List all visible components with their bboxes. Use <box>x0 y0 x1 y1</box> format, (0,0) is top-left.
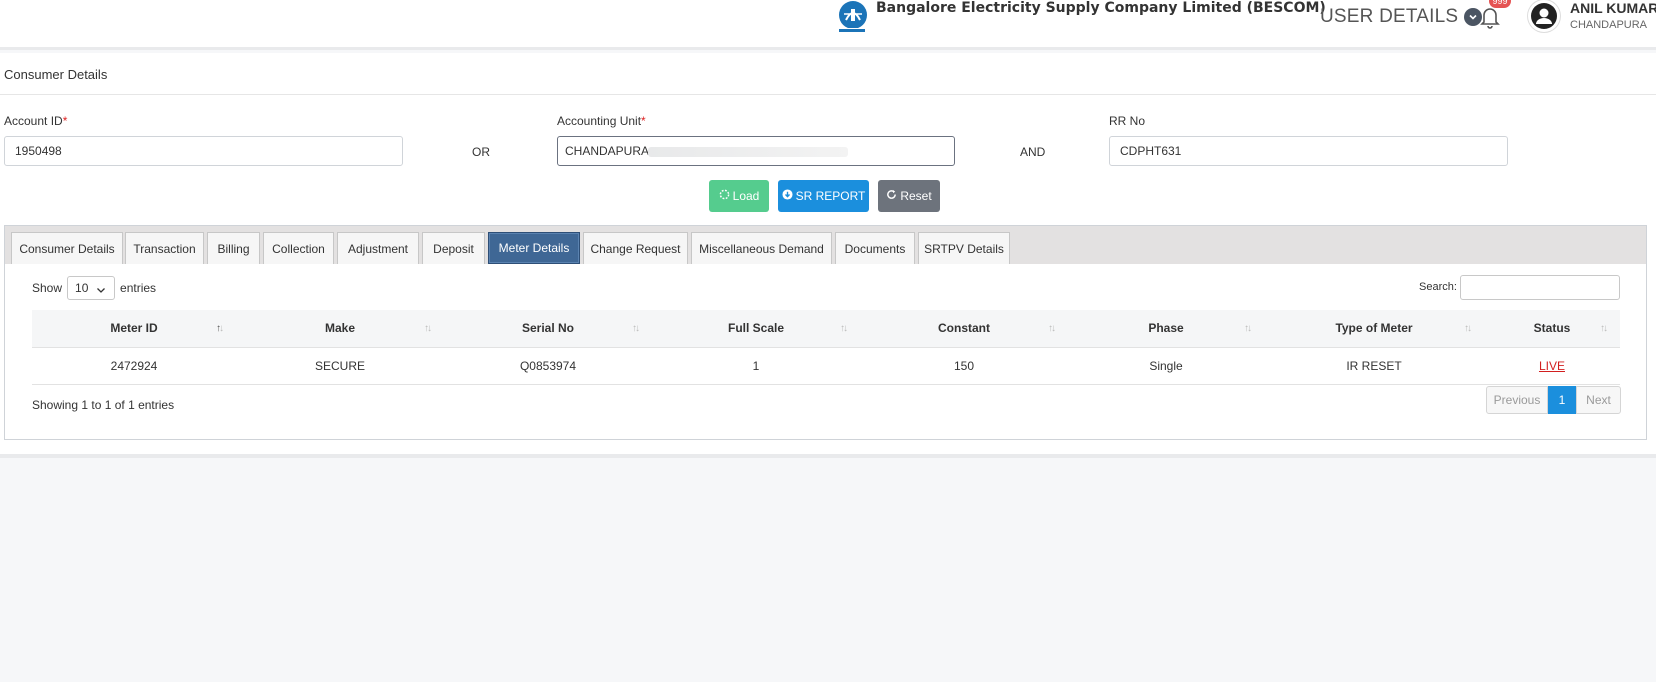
tab-deposit[interactable]: Deposit <box>422 232 485 264</box>
column-label: Phase <box>1148 321 1184 336</box>
table-header-row: Meter ID ↑↓ Make ↑↓ Serial No ↑↓ Full Scale… <box>32 310 1620 348</box>
sort-icon: ↑↓ <box>216 323 224 334</box>
accounting-unit-select[interactable]: CHANDAPURA <box>557 136 955 166</box>
table-row: 2472924 SECURE Q0853974 1 150 Single IR … <box>32 347 1620 385</box>
and-label: AND <box>1020 145 1046 159</box>
column-label: Status <box>1533 321 1571 336</box>
column-header-constant[interactable]: Constant ↑↓ <box>860 310 1068 348</box>
column-label: Make <box>324 321 356 336</box>
search-input[interactable] <box>1460 275 1620 300</box>
meter-details-table: Meter ID ↑↓ Make ↑↓ Serial No ↑↓ Full Scale… <box>32 310 1620 385</box>
load-button[interactable]: Load <box>709 180 769 212</box>
required-mark: * <box>641 114 646 128</box>
entries-label: entries <box>120 281 157 295</box>
user-location: CHANDAPURA <box>1570 19 1648 31</box>
sort-icon: ↑↓ <box>1048 323 1056 334</box>
tab-billing[interactable]: Billing <box>207 232 260 264</box>
search-label: Search: <box>1419 281 1457 293</box>
sort-icon: ↑↓ <box>424 323 432 334</box>
sort-icon: ↑↓ <box>1464 323 1472 334</box>
tab-change-request[interactable]: Change Request <box>583 232 688 264</box>
sort-icon: ↑↓ <box>1600 323 1608 334</box>
cell-type-of-meter: IR RESET <box>1264 347 1484 385</box>
blurred-region <box>648 147 848 157</box>
tab-transaction[interactable]: Transaction <box>125 232 204 264</box>
column-header-type-of-meter[interactable]: Type of Meter ↑↓ <box>1264 310 1484 348</box>
user-details-label: USER DETAILS <box>1320 6 1459 27</box>
card-title: Consumer Details <box>4 67 108 82</box>
bescom-logo-icon <box>838 0 872 34</box>
spinner-icon <box>719 189 730 203</box>
column-header-full-scale[interactable]: Full Scale ↑↓ <box>652 310 860 348</box>
sort-icon: ↑↓ <box>840 323 848 334</box>
account-id-input[interactable]: 1950498 <box>4 136 403 166</box>
reset-button[interactable]: Reset <box>878 180 940 212</box>
sr-report-button[interactable]: SR REPORT <box>778 180 869 212</box>
sort-icon: ↑↓ <box>632 323 640 334</box>
tab-adjustment[interactable]: Adjustment <box>337 232 419 264</box>
cell-serial-no: Q0853974 <box>444 347 652 385</box>
column-label: Serial No <box>521 321 575 336</box>
tabs-panel: Consumer Details Transaction Billing Col… <box>4 225 1647 440</box>
column-label: Full Scale <box>727 321 785 336</box>
show-label: Show <box>32 281 63 295</box>
consumer-details-card: Consumer Details Account ID* 1950498 OR … <box>0 53 1656 458</box>
company-name: Bangalore Electricity Supply Company Lim… <box>876 0 1326 16</box>
top-header: Bangalore Electricity Supply Company Lim… <box>0 0 1656 50</box>
next-page-button[interactable]: Next <box>1576 386 1621 414</box>
or-label: OR <box>472 145 490 159</box>
user-details-menu[interactable]: USER DETAILS <box>1320 6 1483 28</box>
column-header-meter-id[interactable]: Meter ID ↑↓ <box>32 310 236 348</box>
column-label: Meter ID <box>110 321 158 336</box>
refresh-icon <box>886 189 897 203</box>
page-length-control: Show 10 entries <box>32 276 156 300</box>
circle-arrow-down-icon <box>782 189 793 203</box>
status-live-link[interactable]: LIVE <box>1539 359 1565 373</box>
sort-icon: ↑↓ <box>1244 323 1252 334</box>
load-button-label: Load <box>732 189 760 203</box>
column-header-status[interactable]: Status ↑↓ <box>1484 310 1620 348</box>
page-length-value: 10 <box>75 281 89 295</box>
divider <box>0 94 1656 95</box>
rr-no-label: RR No <box>1109 114 1146 128</box>
accounting-unit-value: CHANDAPURA <box>565 144 650 158</box>
cell-meter-id: 2472924 <box>32 347 236 385</box>
accounting-unit-label-text: Accounting Unit <box>557 114 642 128</box>
column-label: Type of Meter <box>1335 321 1413 336</box>
reset-button-label: Reset <box>900 189 932 203</box>
user-name: ANIL KUMAR <box>1570 0 1656 16</box>
user-avatar-icon[interactable] <box>1528 0 1560 32</box>
account-id-label: Account ID* <box>4 114 67 128</box>
cell-phase: Single <box>1068 347 1264 385</box>
page-length-select[interactable]: 10 <box>67 276 116 303</box>
tab-collection[interactable]: Collection <box>263 232 334 264</box>
chevron-down-icon <box>96 281 106 303</box>
tab-meter-details[interactable]: Meter Details <box>488 232 580 264</box>
brand[interactable]: Bangalore Electricity Supply Company Lim… <box>838 0 1326 34</box>
column-label: Constant <box>938 321 990 336</box>
account-id-label-text: Account ID <box>4 114 63 128</box>
tab-documents[interactable]: Documents <box>835 232 915 264</box>
notification-badge: 999 <box>1489 0 1511 8</box>
required-mark: * <box>62 114 68 128</box>
previous-page-button[interactable]: Previous <box>1486 386 1548 414</box>
rr-no-input[interactable]: CDPHT631 <box>1109 136 1508 166</box>
sr-report-label: SR REPORT <box>795 189 866 203</box>
accounting-unit-label: Accounting Unit* <box>557 114 646 128</box>
column-header-serial-no[interactable]: Serial No ↑↓ <box>444 310 652 348</box>
page-1-button[interactable]: 1 <box>1548 386 1576 414</box>
cell-make: SECURE <box>236 347 444 385</box>
tab-bar: Consumer Details Transaction Billing Col… <box>5 226 1646 264</box>
cell-constant: 150 <box>860 347 1068 385</box>
cell-status: LIVE <box>1484 347 1620 385</box>
table-info: Showing 1 to 1 of 1 entries <box>32 398 175 412</box>
tab-miscellaneous-demand[interactable]: Miscellaneous Demand <box>691 232 832 264</box>
tab-consumer-details[interactable]: Consumer Details <box>11 232 123 264</box>
column-header-phase[interactable]: Phase ↑↓ <box>1068 310 1264 348</box>
tab-srtpv-details[interactable]: SRTPV Details <box>918 232 1010 264</box>
column-header-make[interactable]: Make ↑↓ <box>236 310 444 348</box>
pagination: Previous 1 Next <box>1486 386 1621 414</box>
cell-full-scale: 1 <box>652 347 860 385</box>
